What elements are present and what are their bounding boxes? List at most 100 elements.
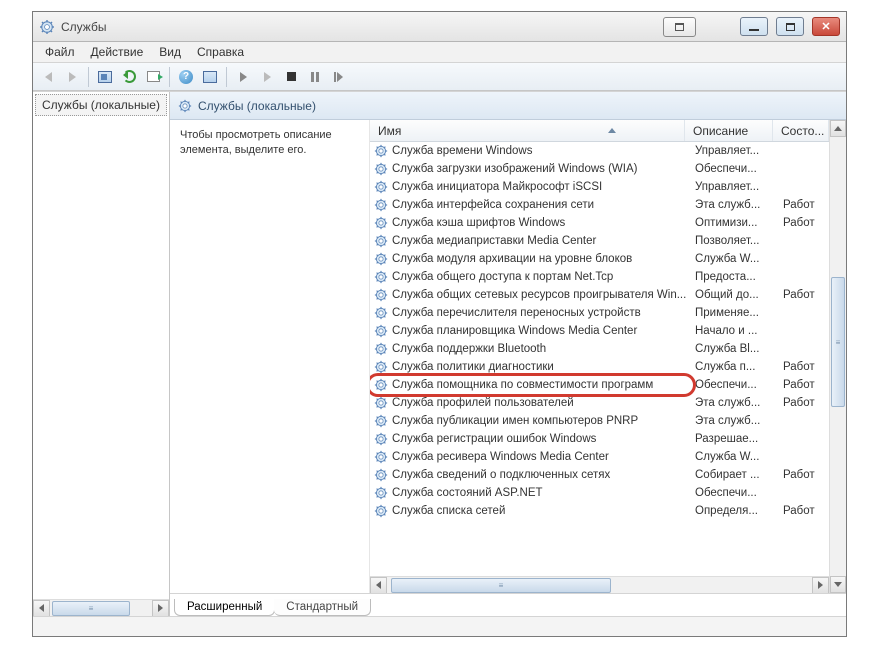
maximize-button[interactable] bbox=[776, 17, 804, 36]
gear-icon bbox=[374, 432, 388, 446]
properties-button[interactable] bbox=[199, 66, 221, 88]
menu-action[interactable]: Действие bbox=[83, 43, 152, 61]
tab-extended[interactable]: Расширенный bbox=[174, 599, 275, 616]
scroll-up-icon[interactable] bbox=[830, 120, 846, 137]
forward-button[interactable] bbox=[61, 66, 83, 88]
menu-view[interactable]: Вид bbox=[151, 43, 189, 61]
stop-service-button[interactable] bbox=[280, 66, 302, 88]
column-state[interactable]: Состо... bbox=[773, 120, 829, 141]
menubar: Файл Действие Вид Справка bbox=[33, 42, 846, 63]
service-row[interactable]: Служба медиаприставки Media CenterПозвол… bbox=[370, 232, 829, 250]
service-row[interactable]: Служба времени WindowsУправляет... bbox=[370, 142, 829, 160]
service-row[interactable]: Служба сведений о подключенных сетяхСоби… bbox=[370, 466, 829, 484]
service-description: Оптимизи... bbox=[695, 217, 783, 229]
service-description: Служба W... bbox=[695, 253, 783, 265]
description-panel: Чтобы просмотреть описание элемента, выд… bbox=[170, 120, 370, 593]
service-name: Служба интерфейса сохранения сети bbox=[392, 199, 695, 211]
service-row[interactable]: Служба публикации имен компьютеров PNRPЭ… bbox=[370, 412, 829, 430]
service-name: Служба кэша шрифтов Windows bbox=[392, 217, 695, 229]
service-name: Служба времени Windows bbox=[392, 145, 695, 157]
service-row[interactable]: Служба кэша шрифтов WindowsОптимизи...Ра… bbox=[370, 214, 829, 232]
service-description: Управляет... bbox=[695, 181, 783, 193]
list-v-scrollbar[interactable]: ≡ bbox=[829, 120, 846, 593]
service-row[interactable]: Служба загрузки изображений Windows (WIA… bbox=[370, 160, 829, 178]
service-row[interactable]: Служба состояний ASP.NETОбеспечи... bbox=[370, 484, 829, 502]
gear-icon bbox=[374, 360, 388, 374]
service-name: Служба общих сетевых ресурсов проигрыват… bbox=[392, 289, 695, 301]
service-name: Служба регистрации ошибок Windows bbox=[392, 433, 695, 445]
refresh-button[interactable] bbox=[118, 66, 140, 88]
start-service-button-2[interactable] bbox=[256, 66, 278, 88]
view-tabs: Расширенный Стандартный bbox=[170, 594, 846, 616]
details-header-label: Службы (локальные) bbox=[198, 99, 316, 113]
service-state: Работ bbox=[783, 217, 829, 229]
gear-icon bbox=[374, 306, 388, 320]
service-name: Служба планировщика Windows Media Center bbox=[392, 325, 695, 337]
service-row[interactable]: Служба общего доступа к портам Net.TcpПр… bbox=[370, 268, 829, 286]
service-row[interactable]: Служба модуля архивации на уровне блоков… bbox=[370, 250, 829, 268]
service-state: Работ bbox=[783, 469, 829, 481]
service-state: Работ bbox=[783, 361, 829, 373]
tree-root-node[interactable]: Службы (локальные) bbox=[35, 94, 167, 116]
service-row[interactable]: Служба поддержки BluetoothСлужба Bl... bbox=[370, 340, 829, 358]
service-name: Служба политики диагностики bbox=[392, 361, 695, 373]
service-row[interactable]: Служба интерфейса сохранения сетиЭта слу… bbox=[370, 196, 829, 214]
gear-icon bbox=[374, 504, 388, 518]
service-name: Служба поддержки Bluetooth bbox=[392, 343, 695, 355]
column-headers: Имя Описание Состо... bbox=[370, 120, 829, 142]
scroll-left-icon[interactable] bbox=[370, 577, 387, 594]
menu-help[interactable]: Справка bbox=[189, 43, 252, 61]
list-h-scrollbar[interactable]: ≡ bbox=[370, 576, 829, 593]
scroll-down-icon[interactable] bbox=[830, 576, 846, 593]
service-description: Применяе... bbox=[695, 307, 783, 319]
service-state: Работ bbox=[783, 505, 829, 517]
tab-standard[interactable]: Стандартный bbox=[274, 599, 371, 616]
service-description: Эта служб... bbox=[695, 397, 783, 409]
services-window: Службы ✕ Файл Действие Вид Справка ? Слу… bbox=[32, 11, 847, 637]
scroll-left-icon[interactable] bbox=[33, 600, 50, 617]
service-description: Позволяет... bbox=[695, 235, 783, 247]
service-row[interactable]: Служба перечислителя переносных устройст… bbox=[370, 304, 829, 322]
service-row[interactable]: Служба списка сетейОпределя...Работ bbox=[370, 502, 829, 520]
column-description[interactable]: Описание bbox=[685, 120, 773, 141]
service-row[interactable]: Служба регистрации ошибок WindowsРазреша… bbox=[370, 430, 829, 448]
service-description: Обеспечи... bbox=[695, 487, 783, 499]
titlebar[interactable]: Службы ✕ bbox=[33, 12, 846, 42]
service-row[interactable]: Служба инициатора Майкрософт iSCSIУправл… bbox=[370, 178, 829, 196]
scroll-right-icon[interactable] bbox=[152, 600, 169, 617]
toolbar-mode-button[interactable] bbox=[663, 17, 696, 37]
column-name[interactable]: Имя bbox=[370, 120, 685, 141]
service-description: Разрешае... bbox=[695, 433, 783, 445]
minimize-button[interactable] bbox=[740, 17, 768, 36]
restart-service-button[interactable] bbox=[328, 66, 350, 88]
show-hide-tree-button[interactable] bbox=[94, 66, 116, 88]
service-name: Служба ресивера Windows Media Center bbox=[392, 451, 695, 463]
back-button[interactable] bbox=[37, 66, 59, 88]
service-state: Работ bbox=[783, 397, 829, 409]
service-row[interactable]: Служба помощника по совместимости програ… bbox=[370, 376, 829, 394]
service-state: Работ bbox=[783, 379, 829, 391]
service-row[interactable]: Служба планировщика Windows Media Center… bbox=[370, 322, 829, 340]
menu-file[interactable]: Файл bbox=[37, 43, 83, 61]
gear-icon bbox=[374, 450, 388, 464]
service-row[interactable]: Служба ресивера Windows Media CenterСлуж… bbox=[370, 448, 829, 466]
pause-service-button[interactable] bbox=[304, 66, 326, 88]
service-row[interactable]: Служба политики диагностикиСлужба п...Ра… bbox=[370, 358, 829, 376]
scroll-right-icon[interactable] bbox=[812, 577, 829, 594]
service-name: Служба помощника по совместимости програ… bbox=[392, 379, 695, 391]
gear-icon bbox=[374, 342, 388, 356]
left-h-scrollbar[interactable]: ≡ bbox=[33, 599, 169, 616]
gear-icon bbox=[374, 378, 388, 392]
gear-icon bbox=[374, 414, 388, 428]
close-button[interactable]: ✕ bbox=[812, 17, 840, 36]
gear-icon bbox=[374, 144, 388, 158]
tree-pane: Службы (локальные) ≡ bbox=[33, 92, 170, 616]
service-name: Служба общего доступа к портам Net.Tcp bbox=[392, 271, 695, 283]
export-list-button[interactable] bbox=[142, 66, 164, 88]
gear-icon bbox=[374, 270, 388, 284]
help-button[interactable]: ? bbox=[175, 66, 197, 88]
service-state: Работ bbox=[783, 199, 829, 211]
service-row[interactable]: Служба общих сетевых ресурсов проигрыват… bbox=[370, 286, 829, 304]
service-row[interactable]: Служба профилей пользователейЭта служб..… bbox=[370, 394, 829, 412]
start-service-button[interactable] bbox=[232, 66, 254, 88]
